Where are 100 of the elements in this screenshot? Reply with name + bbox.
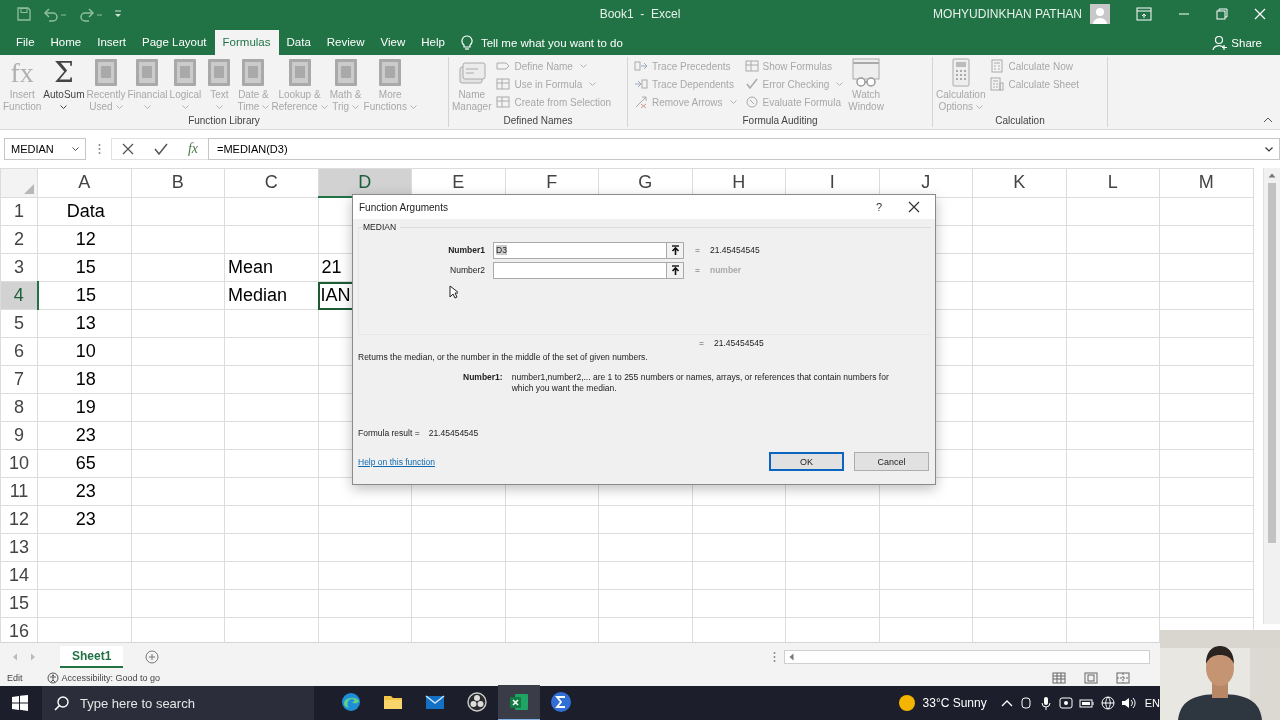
dialog-button[interactable]: OK bbox=[769, 452, 844, 471]
ribbon-display-icon[interactable] bbox=[1136, 7, 1152, 21]
column-header[interactable]: B bbox=[131, 168, 225, 197]
column-header[interactable]: C bbox=[224, 168, 318, 197]
close-icon[interactable] bbox=[908, 201, 920, 213]
collapse-ribbon-icon[interactable] bbox=[1263, 117, 1273, 123]
table-cell: 12 bbox=[37, 225, 131, 254]
table-cell: 13 bbox=[37, 309, 131, 338]
collapse-dialog-button[interactable] bbox=[666, 242, 683, 258]
row-header[interactable]: 5 bbox=[0, 309, 38, 338]
ribbon-tab[interactable]: Help bbox=[413, 30, 453, 55]
check-icon[interactable] bbox=[153, 143, 168, 155]
row-header[interactable]: 9 bbox=[0, 421, 38, 450]
accessibility-icon[interactable] bbox=[46, 672, 59, 684]
speaker-icon[interactable] bbox=[1120, 696, 1137, 710]
tell-me-search[interactable]: Tell me what you want to do bbox=[460, 30, 623, 55]
scroll-up-icon[interactable] bbox=[1268, 173, 1276, 178]
row-header[interactable]: 2 bbox=[0, 225, 38, 254]
scroll-left-icon[interactable] bbox=[789, 652, 795, 661]
splitter-icon[interactable] bbox=[773, 650, 777, 663]
page-break-icon[interactable] bbox=[1116, 672, 1130, 684]
globe-icon[interactable] bbox=[1100, 696, 1115, 710]
table-cell: 23 bbox=[37, 421, 131, 450]
add-sheet-icon[interactable] bbox=[145, 649, 160, 664]
share-button[interactable]: Share bbox=[1212, 30, 1262, 55]
expand-icon[interactable] bbox=[1265, 146, 1273, 152]
ribbon-tab[interactable]: View bbox=[372, 30, 414, 55]
save-icon[interactable] bbox=[16, 6, 32, 22]
row-header[interactable]: 8 bbox=[0, 393, 38, 422]
vertical-scrollbar[interactable] bbox=[1263, 168, 1280, 624]
row-header[interactable]: 10 bbox=[0, 449, 38, 478]
argument-label: Number1 bbox=[447, 245, 485, 255]
name-box[interactable]: MEDIAN bbox=[4, 138, 86, 160]
column-header[interactable]: A bbox=[37, 168, 131, 197]
row-header[interactable]: 15 bbox=[0, 589, 38, 618]
argument-field[interactable]: D3 bbox=[493, 241, 684, 259]
insert-function-button[interactable]: fx bbox=[187, 141, 198, 157]
restore-icon[interactable] bbox=[1216, 8, 1228, 20]
row-header[interactable]: 11 bbox=[0, 477, 38, 506]
help-link[interactable]: Help on this function bbox=[358, 456, 769, 467]
collapse-dialog-button[interactable] bbox=[666, 262, 683, 278]
equals-sign: = bbox=[695, 245, 700, 255]
dialog-button[interactable]: Cancel bbox=[854, 452, 929, 471]
camera-icon[interactable] bbox=[1018, 696, 1033, 710]
normal-view-icon[interactable] bbox=[1052, 672, 1066, 684]
row-header[interactable]: 7 bbox=[0, 365, 38, 394]
chevron-up-icon[interactable] bbox=[1000, 699, 1013, 707]
row-header[interactable]: 6 bbox=[0, 337, 38, 366]
group-label: Formula Auditing bbox=[741, 115, 819, 127]
ribbon-button[interactable]: Σ AutoSum bbox=[42, 57, 86, 109]
windows-icon[interactable] bbox=[12, 695, 28, 711]
ribbon-tab[interactable]: Home bbox=[42, 30, 90, 55]
ribbon-tab[interactable]: File bbox=[8, 30, 43, 55]
group-label: Function Library bbox=[187, 115, 261, 127]
argument-field[interactable] bbox=[493, 261, 684, 279]
row-header[interactable]: 12 bbox=[0, 505, 38, 534]
sheet-tab[interactable]: Sheet1 bbox=[60, 645, 124, 668]
cancel-icon[interactable] bbox=[121, 143, 134, 155]
column-header[interactable]: K bbox=[972, 168, 1066, 197]
splitter-icon[interactable] bbox=[98, 143, 101, 155]
microphone-icon[interactable] bbox=[1038, 696, 1053, 710]
table-cell: 10 bbox=[37, 337, 131, 366]
formula-input[interactable]: =MEDIAN(D3) bbox=[208, 138, 1280, 160]
column-header[interactable]: L bbox=[1066, 168, 1160, 197]
customize-icon[interactable] bbox=[114, 9, 122, 19]
sun-icon[interactable] bbox=[897, 694, 916, 712]
row-header[interactable]: 1 bbox=[0, 197, 38, 226]
row-header[interactable]: 16 bbox=[0, 617, 38, 642]
row-header[interactable]: 4 bbox=[0, 281, 38, 310]
tag-icon bbox=[496, 59, 511, 73]
dialog-title: Function Arguments bbox=[359, 201, 449, 213]
accessibility-status[interactable]: Accessibility: Good to go bbox=[61, 673, 161, 683]
function-result: 21.45454545 bbox=[713, 338, 764, 348]
undo-icon[interactable] bbox=[42, 6, 68, 22]
language-indicator[interactable]: EN bbox=[1144, 697, 1160, 709]
scrollbar-thumb[interactable] bbox=[1268, 183, 1276, 543]
row-header[interactable]: 14 bbox=[0, 561, 38, 590]
redo-icon[interactable] bbox=[78, 6, 104, 22]
argument-result: number bbox=[709, 265, 742, 275]
page-layout-icon[interactable] bbox=[1084, 672, 1098, 684]
table-cell: 19 bbox=[37, 393, 131, 422]
horizontal-scrollbar[interactable] bbox=[784, 649, 1151, 664]
help-button[interactable]: ? bbox=[875, 201, 882, 213]
battery-icon[interactable] bbox=[1078, 696, 1095, 710]
argument-result: 21.45454545 bbox=[709, 245, 760, 255]
spreadsheet-app-icon[interactable] bbox=[498, 685, 540, 720]
ribbon-tab[interactable]: Page Layout bbox=[134, 30, 215, 55]
row-header[interactable]: 13 bbox=[0, 533, 38, 562]
ribbon-tab[interactable]: Formulas bbox=[214, 30, 279, 55]
row-header[interactable]: 3 bbox=[0, 253, 38, 282]
magnifier-icon bbox=[744, 95, 759, 109]
user-name: MOHYUDINKHAN PATHAN bbox=[933, 7, 1082, 21]
app-tray-icon[interactable] bbox=[1058, 696, 1073, 710]
search-field[interactable]: Type here to search bbox=[42, 686, 314, 720]
upload-arrow-icon bbox=[670, 265, 680, 275]
weather-text[interactable]: 33°C Sunny bbox=[922, 696, 987, 710]
ribbon-tab[interactable]: Review bbox=[318, 30, 373, 55]
column-header[interactable]: M bbox=[1159, 168, 1253, 197]
ribbon-tab[interactable]: Data bbox=[278, 30, 319, 55]
ribbon-tab[interactable]: Insert bbox=[89, 30, 134, 55]
